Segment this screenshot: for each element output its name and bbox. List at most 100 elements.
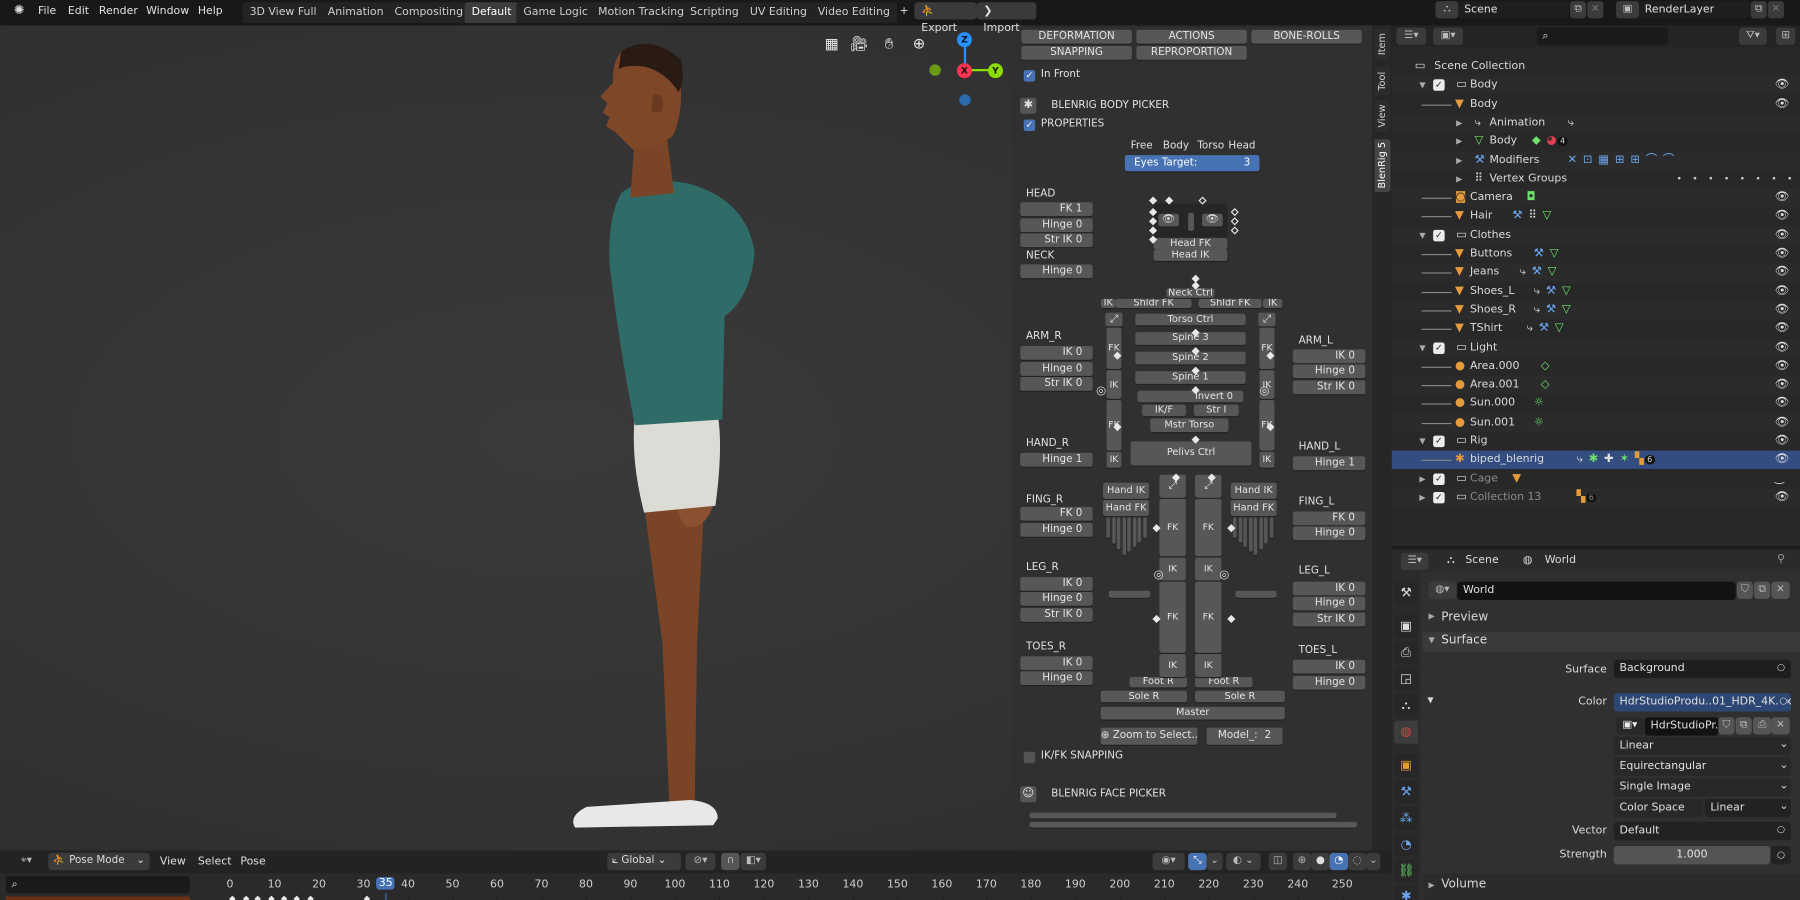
zoom-to-select-button[interactable]: ⊕ Zoom to Select.. xyxy=(1100,727,1198,745)
group-button-head[interactable]: FK 1 xyxy=(1020,202,1093,217)
finger-control[interactable] xyxy=(1243,517,1247,548)
eye-icon[interactable]: 👁︎ xyxy=(1775,432,1790,450)
bone-str-i[interactable]: Str I xyxy=(1193,404,1239,417)
arm-l-fk[interactable]: FK xyxy=(1259,327,1275,369)
arm-r-ik[interactable]: IK xyxy=(1106,451,1122,468)
outliner-row-label[interactable]: Modifiers xyxy=(1490,151,1540,169)
outliner-row-label[interactable]: Sun.000 xyxy=(1470,395,1515,413)
arm-l-swap-icon[interactable]: ⤢ xyxy=(1258,312,1276,327)
outliner-row[interactable]: ▶ ⠿ Vertex Groups •••••••••••• xyxy=(1392,170,1800,188)
breadcrumb-world[interactable]: World xyxy=(1545,554,1576,567)
outliner-row-label[interactable]: Sun.001 xyxy=(1470,413,1515,431)
outliner-row[interactable]: ▶ ⤷ Animation ⤷ xyxy=(1391,113,1800,133)
finger-control[interactable] xyxy=(1264,517,1268,544)
eye-r-control[interactable]: 👁︎ xyxy=(1158,213,1179,227)
leg-l-fk[interactable]: FK xyxy=(1195,581,1222,653)
outliner-row[interactable]: ▼ Body 👁︎ xyxy=(1392,95,1800,113)
world-name-field[interactable]: World xyxy=(1457,581,1736,600)
color-expand-arrow[interactable]: ▼ xyxy=(1427,695,1433,704)
pin-icon[interactable]: ⚲ xyxy=(1777,553,1785,566)
action-icon[interactable]: ⤷ xyxy=(1534,303,1540,316)
visibility-checkbox[interactable]: ✓ xyxy=(1433,435,1445,448)
scene-field[interactable]: Scene xyxy=(1458,1,1569,19)
bone-hand-fk[interactable]: Hand FK xyxy=(1230,499,1277,517)
physics-tab-icon[interactable]: ◔ xyxy=(1394,833,1419,857)
expand-arrow-icon[interactable]: ▶ xyxy=(1456,170,1462,188)
finger-control[interactable] xyxy=(1269,517,1273,538)
eye-icon[interactable]: 👁︎ xyxy=(1775,338,1790,356)
action-icon[interactable]: ⤷ xyxy=(1519,266,1525,279)
image-copy-icon[interactable]: ⧉ xyxy=(1735,717,1752,735)
eye-icon[interactable]: 👁︎ xyxy=(1775,488,1790,506)
group-button-fing_l[interactable]: Hinge 0 xyxy=(1292,526,1366,541)
eye-icon[interactable]: 👁︎ xyxy=(1775,76,1790,94)
axis-x-button[interactable]: X xyxy=(956,63,972,79)
visibility-checkbox[interactable]: ✓ xyxy=(1433,473,1445,485)
axis-z-button[interactable]: Z xyxy=(956,32,972,48)
mesh-deform-icon[interactable]: ⊞ xyxy=(1630,153,1640,166)
tab-animation[interactable]: Animation xyxy=(320,2,391,23)
modifier-tab-icon[interactable]: ⚒ xyxy=(1394,780,1419,804)
expand-arrow-icon[interactable]: ▶ xyxy=(1419,470,1425,488)
sidebar-tab-view[interactable]: View xyxy=(1374,99,1391,133)
expand-arrow-icon[interactable]: ▶ xyxy=(1419,488,1425,506)
toggle-grid-icon[interactable]: ▦ xyxy=(820,33,843,56)
tab-3d-view-full[interactable]: 3D View Full xyxy=(242,2,324,23)
bone-icon[interactable]: ✚ xyxy=(1604,453,1614,466)
eye-l-control[interactable]: 👁︎ xyxy=(1201,213,1223,227)
mesh-data-icon[interactable]: ▽ xyxy=(1548,266,1557,279)
keyframe-diamond[interactable] xyxy=(254,895,261,900)
group-button-fing_l[interactable]: FK 0 xyxy=(1292,511,1366,526)
group-button-arm_l[interactable]: IK 0 xyxy=(1292,349,1366,364)
arm-r-fk[interactable]: FK xyxy=(1106,327,1122,369)
surface-panel-arrow[interactable]: ▼ xyxy=(1429,636,1435,645)
socket-icon[interactable]: ○ xyxy=(1779,695,1788,706)
tab-video-editing[interactable]: Video Editing xyxy=(810,2,897,23)
leg-l-ik[interactable]: IK xyxy=(1195,654,1222,677)
outliner-row[interactable]: ▼ ✓ ▭ Body 👁︎ xyxy=(1391,76,1800,95)
keyframe-diamond[interactable] xyxy=(293,895,301,900)
sidebar-tab-blenrig-5[interactable]: BlenRig 5 xyxy=(1374,139,1391,192)
bone-ik[interactable]: IK xyxy=(1262,298,1283,309)
action-icon[interactable]: ⤷ xyxy=(1567,116,1573,129)
wrench-icon[interactable]: ⚒ xyxy=(1534,247,1544,260)
outliner-row-label[interactable]: Jeans xyxy=(1470,264,1499,282)
world-tab-icon[interactable]: ◍ xyxy=(1394,720,1419,744)
outliner-row-label[interactable]: Buttons xyxy=(1470,245,1512,263)
particles-tab-icon[interactable]: ⁂ xyxy=(1394,806,1419,830)
eye-icon[interactable]: 👁︎ xyxy=(1775,282,1790,300)
timeline-search-input[interactable]: ⌕ xyxy=(5,875,190,894)
breadcrumb-scene[interactable]: Scene xyxy=(1465,554,1498,567)
outliner-row[interactable]: ● Sun.000 ☼ 👁︎ xyxy=(1392,395,1800,413)
projection-dropdown[interactable]: Equirectangular xyxy=(1613,757,1791,776)
eyes-mode-free[interactable]: Free xyxy=(1131,140,1153,151)
outliner-row[interactable]: ▼ TShirt ⤷ ⚒ ▽ 👁︎ xyxy=(1392,320,1800,338)
tab-uv-editing[interactable]: UV Editing xyxy=(743,2,814,23)
outliner-row[interactable]: ▼ ✓ ▭ Clothes 👁︎ xyxy=(1391,226,1800,245)
ik-target-icon[interactable]: ◎ xyxy=(1259,385,1269,398)
gizmo-toggle-icon[interactable]: ⤡ xyxy=(1188,852,1207,871)
image-name-field[interactable]: HdrStudioPr.. xyxy=(1644,717,1722,736)
outliner-row-label[interactable]: Scene Collection xyxy=(1434,57,1525,75)
ik-target-icon[interactable]: ◎ xyxy=(1096,385,1106,398)
bone-foot-r[interactable]: Foot R xyxy=(1195,676,1253,688)
wrench-icon[interactable]: ⚒ xyxy=(1512,210,1522,223)
new-collection-icon[interactable]: ⊞ xyxy=(1775,27,1796,45)
visibility-checkbox[interactable]: ✓ xyxy=(1433,341,1445,354)
keyframe-diamond[interactable] xyxy=(242,895,250,900)
visibility-checkbox[interactable]: ✓ xyxy=(1433,491,1445,504)
sidebar-tab-item[interactable]: Item xyxy=(1374,28,1391,60)
outliner-row-label[interactable]: Vertex Groups xyxy=(1490,170,1568,188)
camera-view-icon[interactable]: 🎥︎ xyxy=(848,33,871,56)
mesh-data-icon[interactable]: ▽ xyxy=(1562,303,1571,316)
visibility-icon[interactable]: ◉▾ xyxy=(1152,852,1185,871)
eyes-mode-body[interactable]: Body xyxy=(1163,140,1189,151)
object-tab-icon[interactable]: ▣ xyxy=(1394,754,1419,777)
in-front-checkbox[interactable]: ✓ xyxy=(1023,70,1036,82)
editor-type-icon[interactable]: ⌖▾ xyxy=(12,853,42,870)
group-button-leg_l[interactable]: IK 0 xyxy=(1292,581,1366,596)
volume-panel-header[interactable]: Volume xyxy=(1441,877,1486,891)
eyes-mode-torso[interactable]: Torso xyxy=(1197,140,1224,151)
image-fake-user-icon[interactable]: ⛉ xyxy=(1718,717,1735,735)
finger-control[interactable] xyxy=(1142,517,1147,538)
